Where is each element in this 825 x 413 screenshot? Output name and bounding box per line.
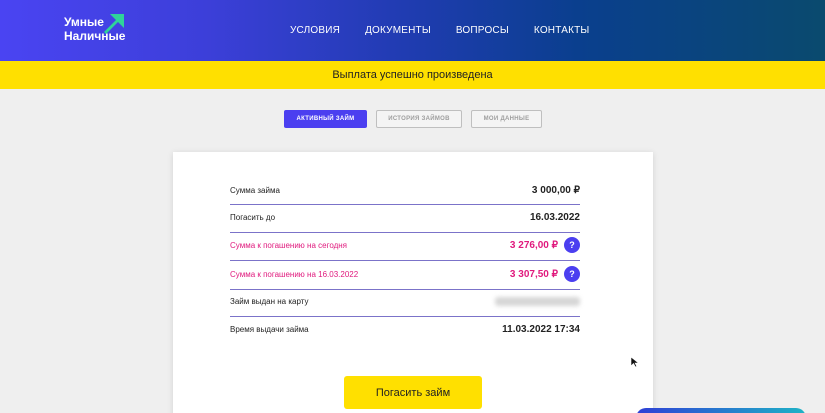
repay-due-label: Сумма к погашению на 16.03.2022 <box>230 269 359 279</box>
due-date-label: Погасить до <box>230 213 276 222</box>
main-nav: УСЛОВИЯ ДОКУМЕНТЫ ВОПРОСЫ КОНТАКТЫ <box>290 0 589 61</box>
loan-card: Сумма займа 3 000,00 ₽ Погасить до 16.03… <box>173 152 653 413</box>
loan-amount-row: Сумма займа 3 000,00 ₽ <box>230 185 580 196</box>
divider <box>230 316 580 317</box>
nav-documents[interactable]: ДОКУМЕНТЫ <box>365 25 431 36</box>
mouse-cursor-icon <box>630 356 640 368</box>
card-row: Займ выдан на карту <box>230 297 580 306</box>
repay-due-row: Сумма к погашению на 16.03.2022 3 307,50… <box>230 266 580 282</box>
banner-text: Выплата успешно произведена <box>332 69 493 81</box>
due-date-value: 16.03.2022 <box>529 212 580 223</box>
loan-amount-value: 3 000,00 ₽ <box>531 185 580 196</box>
tab-loan-history[interactable]: ИСТОРИЯ ЗАЙМОВ <box>376 110 462 128</box>
help-icon[interactable]: ? <box>564 266 580 282</box>
loan-amount-label: Сумма займа <box>230 186 280 195</box>
nav-contacts[interactable]: КОНТАКТЫ <box>534 25 590 36</box>
nav-questions[interactable]: ВОПРОСЫ <box>456 25 509 36</box>
header: Умные Наличные УСЛОВИЯ ДОКУМЕНТЫ ВОПРОСЫ… <box>0 0 825 61</box>
issue-time-row: Время выдачи займа 11.03.2022 17:34 <box>230 324 580 335</box>
logo-arrow-icon <box>104 14 124 34</box>
divider <box>230 232 580 233</box>
card-number-blurred <box>495 297 580 306</box>
repay-today-label: Сумма к погашению на сегодня <box>230 240 348 250</box>
repay-today-row: Сумма к погашению на сегодня 3 276,00 ₽ … <box>230 237 580 253</box>
divider <box>230 204 580 205</box>
repay-due-value: 3 307,50 ₽ <box>509 268 558 280</box>
issue-time-label: Время выдачи займа <box>230 325 309 334</box>
tab-my-data[interactable]: МОИ ДАННЫЕ <box>471 110 542 128</box>
repay-loan-button[interactable]: Погасить займ <box>344 376 482 409</box>
repay-today-value: 3 276,00 ₽ <box>509 239 558 251</box>
repay-today-value-wrap: 3 276,00 ₽ ? <box>510 237 580 253</box>
divider <box>230 289 580 290</box>
issue-time-value: 11.03.2022 17:34 <box>502 324 580 335</box>
nav-conditions[interactable]: УСЛОВИЯ <box>290 25 340 36</box>
card-label: Займ выдан на карту <box>230 297 309 306</box>
tab-active-loan[interactable]: АКТИВНЫЙ ЗАЙМ <box>284 110 367 128</box>
divider <box>230 260 580 261</box>
chat-widget-edge[interactable] <box>636 408 806 413</box>
success-banner: Выплата успешно произведена <box>0 61 825 89</box>
repay-due-value-wrap: 3 307,50 ₽ ? <box>510 266 580 282</box>
help-icon[interactable]: ? <box>564 237 580 253</box>
due-date-row: Погасить до 16.03.2022 <box>230 212 580 223</box>
